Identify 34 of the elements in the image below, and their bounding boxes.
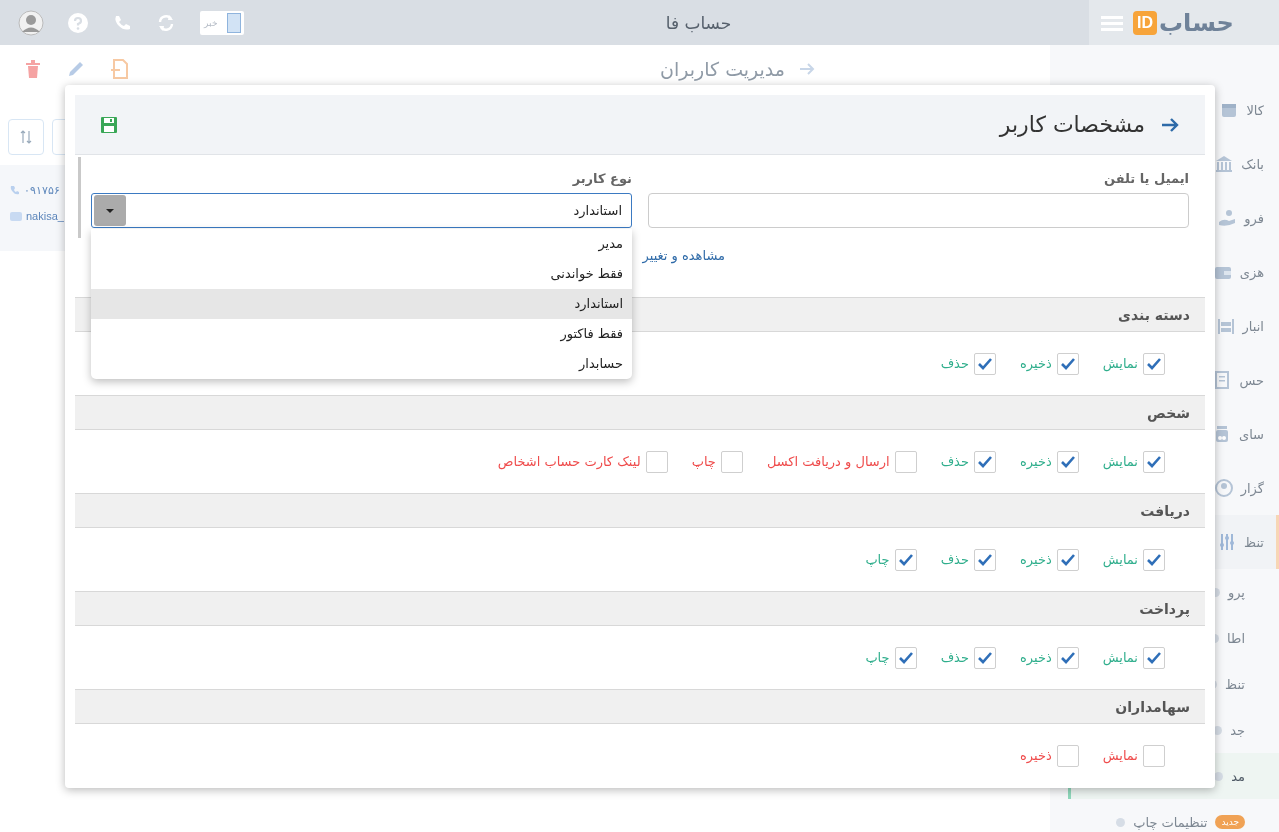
section-title: دسته بندی — [1118, 306, 1190, 323]
field-label: نوع کاربر — [572, 170, 632, 188]
permission-label: ذخیره — [1019, 454, 1052, 469]
permission-label: نمایش — [1102, 748, 1138, 763]
permission-label: لینک کارت حساب اشخاص — [497, 454, 641, 469]
permission-label: چاپ — [691, 454, 716, 469]
permission-label: ذخیره — [1019, 552, 1052, 567]
section-title: پرداخت — [1139, 600, 1190, 617]
new-badge: جدید — [1215, 815, 1245, 829]
section-title: دریافت — [1140, 502, 1190, 519]
email-text: nakisa_ — [26, 210, 64, 222]
permission-label: نمایش — [1102, 356, 1138, 371]
app-title: حساب فا — [664, 12, 733, 33]
permission-label: ارسال و دریافت اکسل — [766, 454, 890, 469]
permission-label: چاپ — [865, 552, 890, 567]
permission-label: ذخیره — [1019, 356, 1052, 371]
logo-badge: ID — [1133, 10, 1157, 35]
permission-label: نمایش — [1102, 454, 1138, 469]
permission-label: نمایش — [1102, 552, 1138, 567]
permission-label: چاپ — [865, 650, 890, 665]
page-title: مدیریت کاربران — [660, 57, 785, 81]
permission-label: حذف — [940, 552, 969, 567]
permission-label: ذخیره — [1019, 650, 1052, 665]
section-title: سهامداران — [1115, 698, 1190, 715]
permission-label: حذف — [940, 454, 969, 469]
section-title: شخص — [1147, 404, 1190, 421]
logo-text: حساب — [1159, 8, 1234, 37]
permission-label: نمایش — [1102, 650, 1138, 665]
permission-label: حذف — [940, 650, 969, 665]
field-label: ایمیل یا تلفن — [1103, 170, 1189, 188]
permission-label: ذخیره — [1019, 748, 1052, 763]
phone-number: ۰۹۱۷۵۶ — [24, 183, 60, 197]
permission-label: حذف — [940, 356, 969, 371]
dialog-title: مشخصات کاربر — [999, 112, 1145, 137]
